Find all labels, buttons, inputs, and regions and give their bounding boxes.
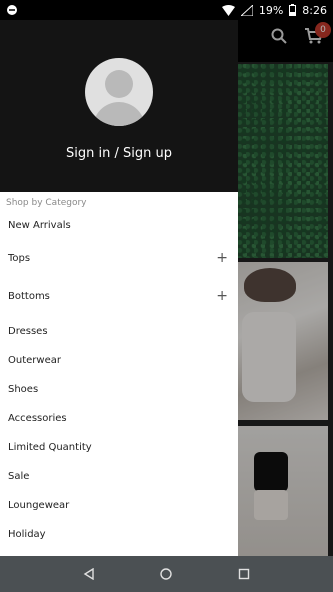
status-bar: 19% 8:26 bbox=[0, 0, 333, 20]
menu-item-shoes[interactable]: Shoes bbox=[0, 375, 238, 404]
recents-square-icon bbox=[238, 568, 250, 580]
battery-icon bbox=[289, 4, 297, 16]
recents-button[interactable] bbox=[234, 564, 254, 584]
expand-plus-icon[interactable]: + bbox=[216, 288, 228, 304]
navigation-drawer: Sign in / Sign up Shop by Category New A… bbox=[0, 20, 238, 556]
menu-item-holiday[interactable]: Holiday bbox=[0, 520, 238, 549]
drawer-header: Sign in / Sign up bbox=[0, 20, 238, 192]
category-menu: New Arrivals Tops + Bottoms + Dresses Ou… bbox=[0, 210, 238, 549]
menu-item-sale[interactable]: Sale bbox=[0, 462, 238, 491]
screen: 19% 8:26 0 Sign in / Sign up Shop by Cat… bbox=[0, 0, 333, 592]
menu-item-new-arrivals[interactable]: New Arrivals bbox=[0, 210, 238, 240]
menu-item-accessories[interactable]: Accessories bbox=[0, 404, 238, 433]
wifi-icon bbox=[221, 4, 235, 16]
menu-item-bottoms[interactable]: Bottoms + bbox=[0, 276, 238, 316]
back-triangle-icon bbox=[83, 568, 94, 580]
menu-item-outerwear[interactable]: Outerwear bbox=[0, 346, 238, 375]
battery-percent: 19% bbox=[258, 3, 284, 17]
back-button[interactable] bbox=[79, 564, 99, 584]
system-nav-bar bbox=[0, 556, 333, 592]
signin-link[interactable]: Sign in / Sign up bbox=[0, 146, 238, 161]
expand-plus-icon[interactable]: + bbox=[216, 250, 228, 266]
menu-item-tops[interactable]: Tops + bbox=[0, 240, 238, 276]
category-section-label: Shop by Category bbox=[6, 198, 87, 208]
home-button[interactable] bbox=[156, 564, 176, 584]
menu-item-loungewear[interactable]: Loungewear bbox=[0, 491, 238, 520]
menu-item-dresses[interactable]: Dresses bbox=[0, 316, 238, 346]
signal-icon bbox=[240, 4, 253, 16]
avatar[interactable] bbox=[85, 58, 153, 126]
chat-notification-icon bbox=[6, 4, 18, 16]
home-circle-icon bbox=[160, 568, 173, 580]
menu-item-limited-quantity[interactable]: Limited Quantity bbox=[0, 433, 238, 462]
clock: 8:26 bbox=[302, 3, 327, 17]
